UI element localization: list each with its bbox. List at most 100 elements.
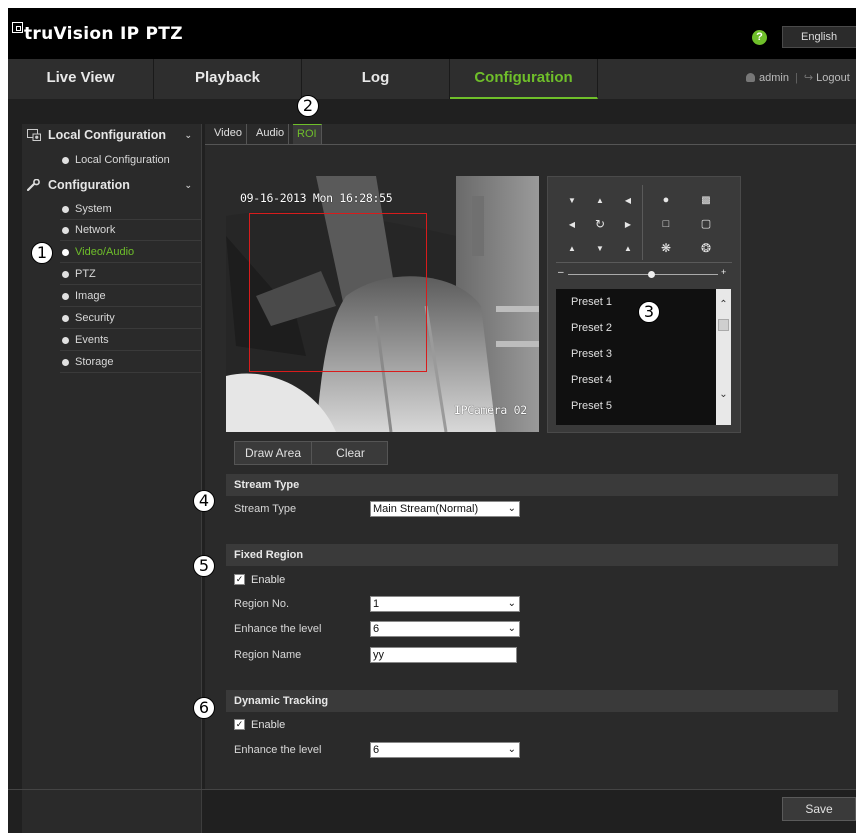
sidebar-item-ptz[interactable]: PTZ [60,264,202,285]
sidebar-item-events[interactable]: Events [60,330,202,351]
dynamic-enhance-select[interactable]: 6 ⌄ [370,742,520,758]
wrench-icon [27,179,40,191]
region-name-input[interactable]: yy [370,647,517,663]
roi-draw-toolbar: Draw Area Clear [234,441,388,465]
fixed-enhance-select[interactable]: 6 ⌄ [370,621,520,637]
chevron-down-icon: ⌄ [507,623,516,634]
ptz-up-icon[interactable]: ▲ [588,191,612,210]
scroll-thumb[interactable] [718,319,729,331]
user-area: admin | ↪ Logout [746,59,850,99]
callout-6: 6 [193,697,215,719]
footer-divider [8,789,856,790]
region-no-label: Region No. [234,598,290,610]
dynamic-tracking-enable-label: Enable [251,719,286,731]
ptz-down-left-icon[interactable]: ▼ [560,191,584,210]
roi-region-box[interactable] [249,213,427,372]
section-heading-dynamic-tracking: Dynamic Tracking [226,690,838,712]
tab-playback[interactable]: Playback [154,59,302,99]
chevron-down-icon: ⌄ [507,744,516,755]
chevron-down-icon: ⌄ [507,503,516,514]
subtab-divider [205,144,856,145]
chevron-down-icon: ⌄ [507,598,516,609]
sidebar: Local Configuration ⌄ Local Configuratio… [22,124,202,834]
sidebar-item-security[interactable]: Security [60,308,202,329]
tab-live-view[interactable]: Live View [8,59,154,99]
list-item[interactable]: Preset 4 [571,367,612,393]
logout-icon: ↪ [803,72,814,84]
dynamic-enhance-label: Enhance the level [234,744,322,756]
speed-slider-track[interactable] [568,274,718,275]
sidebar-heading-label: Local Configuration [48,128,167,142]
speed-slider-knob[interactable] [647,271,655,278]
sidebar-heading-local[interactable]: Local Configuration ⌄ [22,124,202,146]
region-no-select[interactable]: 1 ⌄ [370,596,520,612]
draw-area-button[interactable]: Draw Area [235,442,312,464]
list-item[interactable]: Preset 2 [571,315,612,341]
sidebar-heading-configuration[interactable]: Configuration ⌄ [22,174,202,196]
fixed-region-enable-label: Enable [251,574,286,586]
zoom-out-icon[interactable]: ▩ [694,191,718,210]
user-icon [746,73,755,82]
divider [642,185,643,260]
dynamic-tracking-enable-checkbox[interactable]: ✓ [234,719,245,730]
logo-mark-icon [12,22,23,33]
subtab-audio[interactable]: Audio [252,124,290,144]
zoom-in-icon[interactable]: ● [654,191,678,210]
iris-open-icon[interactable]: ❋ [654,239,678,258]
stream-type-label: Stream Type [234,503,297,515]
region-name-label: Region Name [234,649,302,661]
stream-type-value: Main Stream(Normal) [373,503,479,515]
region-no-value: 1 [373,598,380,610]
logo: truVision IP PTZ [12,22,183,44]
sidebar-item-storage[interactable]: Storage [60,352,202,373]
stream-type-select[interactable]: Main Stream(Normal) ⌄ [370,501,520,517]
language-select[interactable]: English [782,26,856,48]
divider: | [794,72,798,84]
section-heading-fixed-region: Fixed Region [226,544,838,566]
fixed-enhance-value: 6 [373,623,380,635]
focus-far-icon[interactable]: ▢ [694,215,718,234]
sidebar-item-video-audio[interactable]: Video/Audio [60,242,202,263]
chevron-down-icon[interactable]: ⌄ [716,389,731,400]
callout-1: 1 [31,242,53,264]
ptz-left-icon[interactable]: ◀ [560,215,584,234]
list-item[interactable]: Preset 5 [571,393,612,419]
list-item[interactable]: Preset 3 [571,341,612,367]
ptz-down-right-icon[interactable]: ▲ [616,239,640,258]
top-bar: truVision IP PTZ ? English [8,8,856,59]
ptz-down-left-icon[interactable]: ▲ [560,239,584,258]
speed-plus-icon[interactable]: + [721,267,726,277]
sidebar-item-system[interactable]: System [60,199,202,220]
chevron-up-icon[interactable]: ⌃ [716,299,731,310]
page-bottom [8,833,856,839]
subtab-video[interactable]: Video [210,124,247,144]
list-item[interactable]: Preset 1 [571,289,612,315]
speed-minus-icon[interactable]: – [558,267,564,278]
fixed-region-enable-checkbox[interactable]: ✓ [234,574,245,585]
osd-datetime: 09-16-2013 Mon 16:28:55 [240,191,393,205]
callout-5: 5 [193,555,215,577]
divider [556,262,732,263]
tab-log[interactable]: Log [302,59,450,99]
iris-close-icon[interactable]: ❂ [694,239,718,258]
subtab-roi[interactable]: ROI [293,124,322,144]
sidebar-item-image[interactable]: Image [60,286,202,307]
logout-link[interactable]: Logout [816,72,850,84]
ptz-down-icon[interactable]: ▼ [588,239,612,258]
ptz-auto-pan-icon[interactable]: ↻ [588,215,612,234]
sidebar-item-network[interactable]: Network [60,220,202,241]
computer-icon [27,129,41,141]
sidebar-item-local-configuration[interactable]: Local Configuration [60,150,202,171]
preset-scrollbar[interactable]: ⌃ ⌄ [716,289,731,425]
tab-configuration[interactable]: Configuration [450,59,598,99]
clear-button[interactable]: Clear [312,442,389,464]
help-icon[interactable]: ? [752,30,767,45]
ptz-up-right-icon[interactable]: ◀ [616,191,640,210]
focus-near-icon[interactable]: □ [654,215,678,234]
save-button[interactable]: Save [782,797,856,821]
main-nav: Live View Playback Log Configuration adm… [8,59,856,99]
callout-4: 4 [193,490,215,512]
dynamic-enhance-value: 6 [373,744,380,756]
video-preview[interactable]: 09-16-2013 Mon 16:28:55 IPCamera 02 [226,176,539,432]
ptz-right-icon[interactable]: ▶ [616,215,640,234]
